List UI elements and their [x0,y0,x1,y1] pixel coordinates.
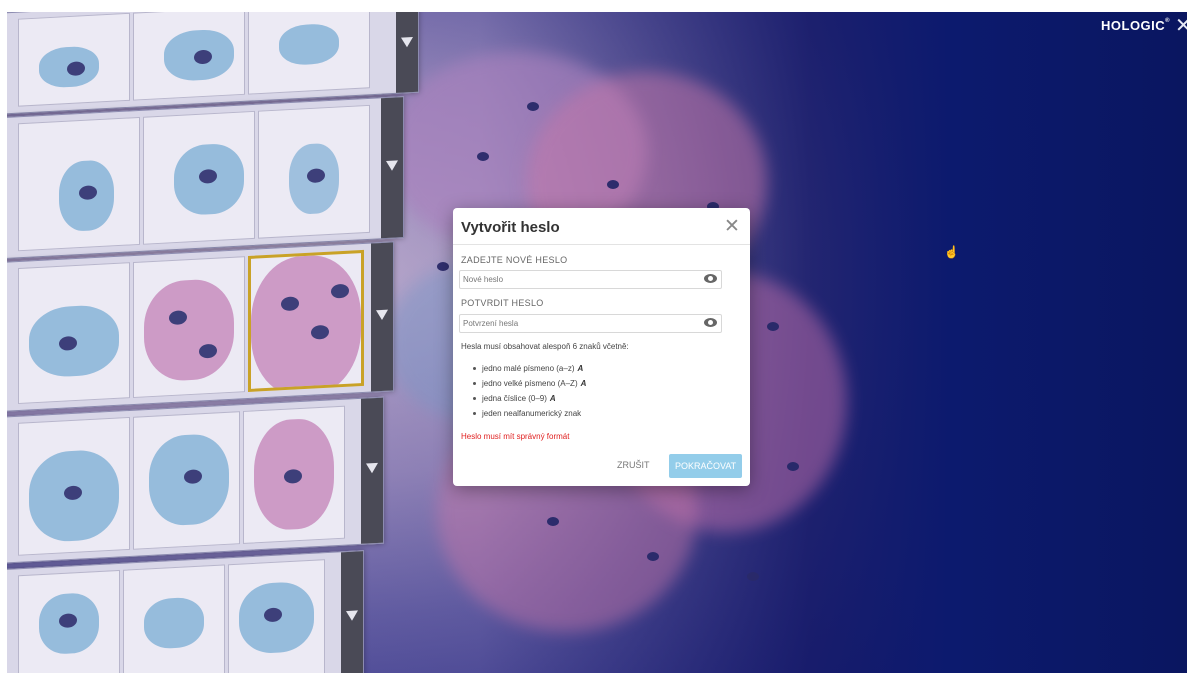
dialog-title: Vytvořit heslo [461,219,560,236]
requirement-text: jedno velké písmeno (A–Z) [482,379,578,388]
bullet-icon [473,397,476,401]
slide-strip-4[interactable] [7,396,384,565]
requirement-item: jedno malé písmeno (a–z) A [473,361,586,376]
confirm-password-input[interactable] [463,316,693,330]
requirement-text: jeden nealfanumerický znak [482,409,582,418]
slide-strip-2[interactable] [7,96,404,260]
selected-slide-tile[interactable] [248,249,364,392]
new-password-label: ZADEJTE NOVÉ HESLO [461,255,568,265]
strip-handle[interactable] [396,12,418,93]
new-password-field [459,270,722,289]
bullet-icon [473,367,476,371]
chevron-down-icon [366,463,378,474]
show-confirm-password-eye-icon[interactable] [704,318,717,327]
confirm-password-label: POTVRDIT HESLO [461,298,544,308]
password-requirements-list: jedno malé písmeno (a–z) A jedno velké pí… [473,361,586,421]
chevron-down-icon [401,36,413,48]
cancel-button[interactable]: ZRUŠIT [611,455,651,475]
strip-handle[interactable] [381,97,403,239]
strip-handle[interactable] [361,397,383,544]
requirement-item: jedno velké písmeno (A–Z) A [473,376,586,391]
hologic-logo: HOLOGIC® [1101,18,1170,33]
new-password-input[interactable] [463,272,693,286]
brand-text: HOLOGIC [1101,18,1166,33]
show-password-eye-icon[interactable] [704,274,717,283]
strip-handle[interactable] [371,242,393,392]
create-password-dialog: Vytvořit heslo ✕ ZADEJTE NOVÉ HESLO POTV… [453,208,750,486]
confirm-password-field [459,314,722,333]
slide-strip-5[interactable] [7,550,364,673]
requirement-mark: A [577,364,584,373]
requirement-item: jedna číslice (0–9) A [473,391,586,406]
chevron-down-icon [346,609,358,621]
dialog-close-icon[interactable]: ✕ [724,215,740,238]
chevron-down-icon [376,309,388,320]
requirement-item: jeden nealfanumerický znak [473,406,586,421]
password-format-error: Heslo musí mít správný formát [461,432,570,441]
requirement-text: jedna číslice (0–9) [482,394,547,403]
app-close-icon[interactable]: ✕ [1175,13,1187,38]
bullet-icon [473,412,476,416]
requirement-text: jedno malé písmeno (a–z) [482,364,575,373]
dialog-divider [453,244,750,245]
requirement-mark: A [549,394,556,403]
password-requirements-title: Hesla musí obsahovat alespoň 6 znaků vče… [461,342,629,351]
requirement-mark: A [580,379,587,388]
chevron-down-icon [386,160,398,172]
bullet-icon [473,382,476,386]
brand-mark: ® [1165,18,1171,24]
slide-strip-3[interactable] [7,241,394,413]
strip-handle[interactable] [341,551,363,673]
pointer-cursor-icon: ☝ [944,245,959,259]
continue-button[interactable]: POKRAČOVAT [669,454,742,478]
